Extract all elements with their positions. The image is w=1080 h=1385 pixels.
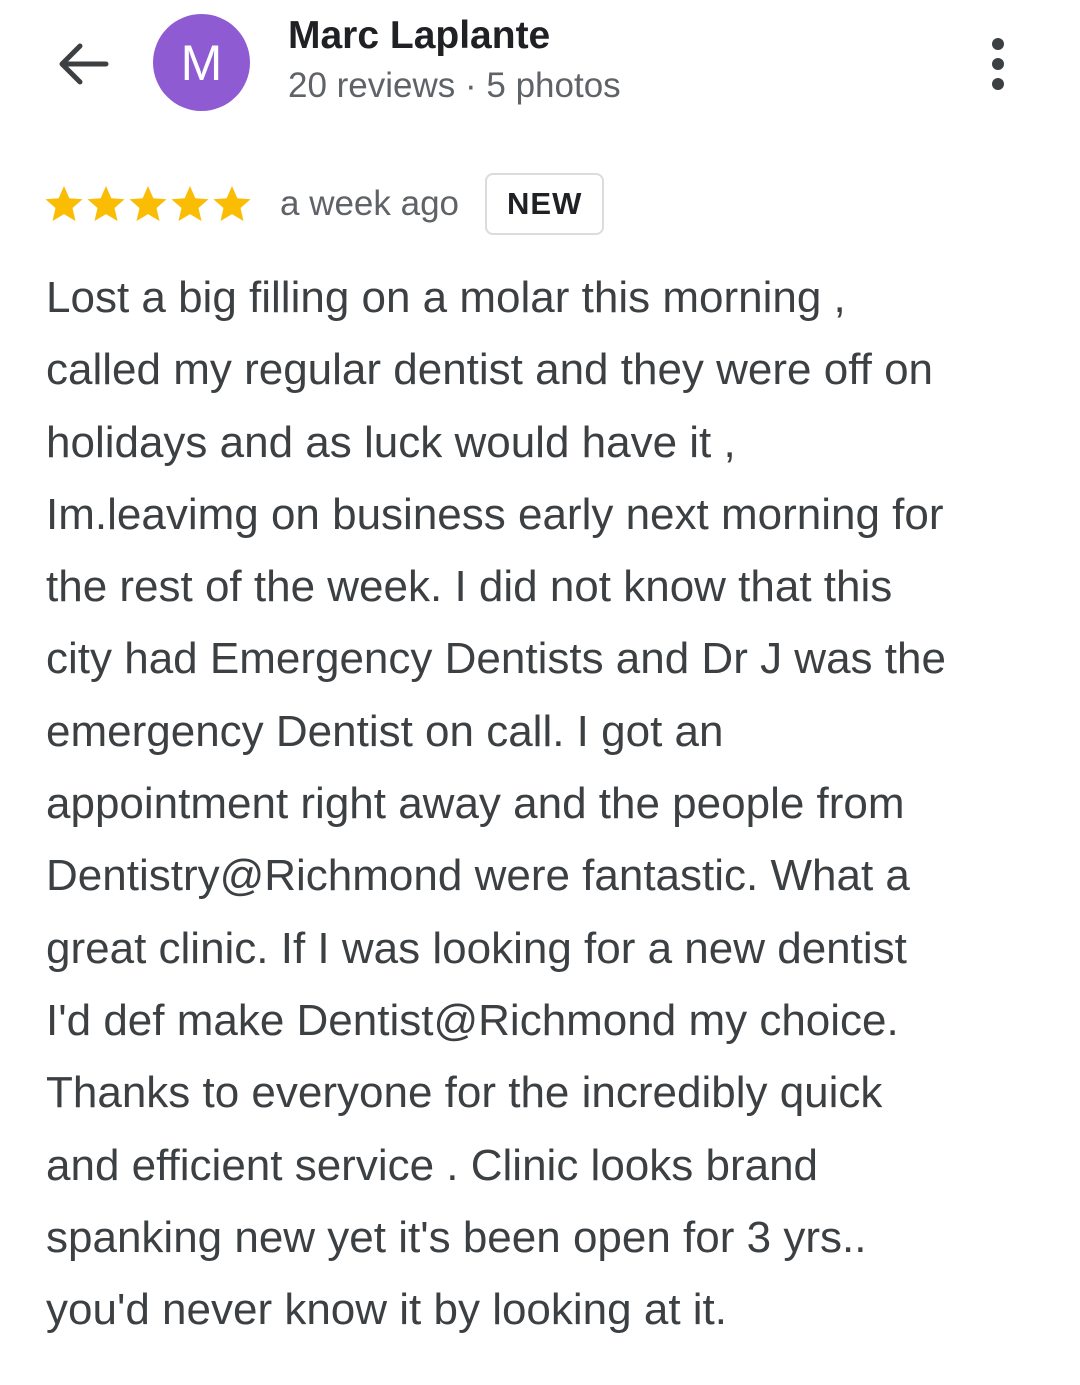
arrow-back-icon — [59, 43, 109, 85]
review-text-line: Thanks to everyone for the incredibly qu… — [46, 1068, 883, 1118]
review-text-line: the rest of the week. I did not know tha… — [46, 562, 893, 612]
rating-row: a week ago NEW — [44, 172, 605, 236]
star-icon — [213, 186, 251, 221]
review-text-line: emergency Dentist on call. I got an — [46, 706, 724, 756]
more-vertical-icon-dot — [992, 58, 1004, 70]
review-text-line: and efficient service . Clinic looks bra… — [46, 1140, 819, 1190]
review-time: a week ago — [280, 184, 460, 223]
review-text-line: holidays and as luck would have it , — [46, 417, 736, 467]
review-text-line: great clinic. If I was looking for a new… — [46, 923, 907, 973]
review-text-line: called my regular dentist and they were … — [46, 345, 934, 395]
review-text-line: spanking new yet it's been open for 3 yr… — [46, 1212, 867, 1262]
review-text: Lost a big filling on a molar this morni… — [46, 262, 1046, 1346]
review-text-line: city had Emergency Dentists and Dr J was… — [46, 634, 946, 684]
more-vertical-icon-dot — [992, 78, 1004, 90]
review-text-line: Dentistry@Richmond were fantastic. What … — [46, 851, 910, 901]
review-header: M Marc Laplante 20 reviews · 5 photos — [0, 0, 1080, 130]
star-rating — [44, 184, 252, 224]
review-text-line: Lost a big filling on a molar this morni… — [46, 273, 846, 322]
more-vertical-icon — [992, 38, 1004, 50]
star-icon — [129, 186, 167, 221]
star-icon — [87, 186, 125, 221]
back-button[interactable] — [50, 34, 114, 94]
reviewer-name[interactable]: Marc Laplante — [288, 14, 550, 58]
more-options-button[interactable] — [975, 32, 1021, 96]
avatar-letter: M — [180, 34, 223, 91]
review-text-line: appointment right away and the people fr… — [46, 779, 905, 829]
star-icon — [171, 186, 209, 221]
reviewer-meta: 20 reviews · 5 photos — [288, 66, 621, 105]
star-icon — [45, 186, 83, 221]
review-text-line: Im.leavimg on business early next mornin… — [46, 489, 944, 539]
review-text-line: you'd never know it by looking at it. — [46, 1285, 727, 1335]
new-badge: NEW — [485, 173, 605, 235]
avatar[interactable]: M — [153, 14, 250, 111]
review-text-line: I'd def make Dentist@Richmond my choice. — [46, 995, 899, 1045]
